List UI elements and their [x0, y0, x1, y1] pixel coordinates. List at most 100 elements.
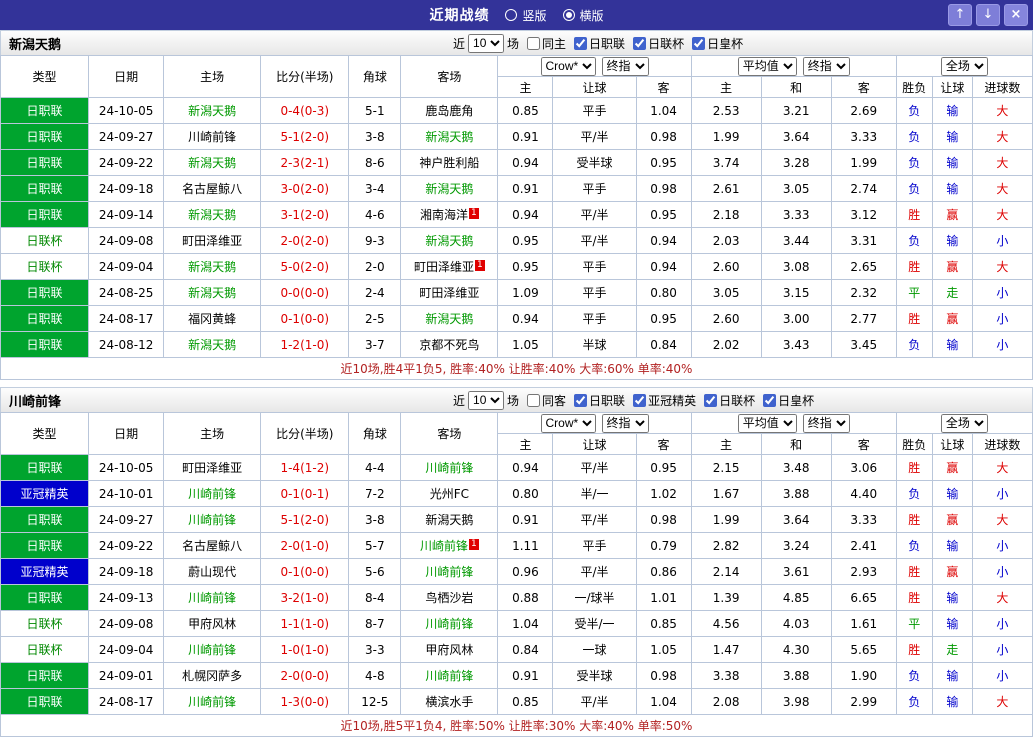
corner-score: 5-7 [348, 532, 402, 559]
odds-source-select[interactable]: Crow* [540, 56, 596, 76]
scope-select[interactable]: 全场 [940, 56, 988, 76]
avg-draw: 3.61 [760, 558, 832, 585]
match-count-select[interactable]: 10 [468, 33, 505, 53]
corner-score: 5-1 [348, 97, 402, 124]
competition-checkbox-日联杯[interactable]: 日联杯 [704, 392, 755, 409]
sub-column-header: 胜负 [895, 433, 933, 455]
result-goals: 小 [971, 305, 1033, 332]
avg-home: 3.38 [690, 662, 762, 689]
odds-home: 0.91 [497, 662, 554, 689]
same-side-checkbox[interactable]: 同客 [527, 392, 566, 409]
scope-select[interactable]: 全场 [940, 413, 988, 433]
view-option-horizontal[interactable]: 横版 [562, 7, 604, 24]
sub-column-header: 主 [497, 433, 554, 455]
avg-source-select[interactable]: 平均值 [737, 56, 797, 76]
sub-column-header: 让球 [552, 433, 637, 455]
competition-checkbox-日职联[interactable]: 日职联 [574, 35, 625, 52]
odds-handicap: 平手 [552, 305, 637, 332]
result-goals: 小 [971, 279, 1033, 306]
close-button[interactable]: × [1004, 4, 1028, 26]
view-option-vertical[interactable]: 竖版 [505, 7, 547, 24]
avg-away: 3.33 [830, 506, 897, 533]
avg-time-select[interactable]: 终指 [802, 56, 850, 76]
match-row: 亚冠精英 24-10-01 川崎前锋 0-1(0-1) 7-2 光州FC 0.80 半/一 1.… [0, 480, 1033, 507]
competition-checkbox-日联杯[interactable]: 日联杯 [633, 35, 684, 52]
competition-badge: 日职联 [0, 201, 90, 228]
same-side-checkbox-box[interactable] [527, 393, 541, 407]
odds-away: 0.79 [635, 532, 692, 559]
competition-checkbox-亚冠精英-box[interactable] [633, 393, 647, 407]
competition-checkbox-日联杯-box[interactable] [633, 36, 647, 50]
view-option-horizontal-label: 横版 [579, 8, 604, 23]
competition-checkbox-日联杯-label: 日联杯 [648, 36, 685, 51]
results-table: 类型 日期 主场 比分(半场) 角球 客场 Crow* 终指 平均值 终指 全场主让球客主和客胜负让… [0, 55, 1033, 380]
match-row: 日职联 24-08-25 新潟天鹅 0-0(0-0) 2-4 町田泽维亚 1.09 平手 0.8… [0, 279, 1033, 306]
same-side-checkbox-box[interactable] [527, 36, 541, 50]
matches-label: 场 [507, 393, 520, 408]
same-side-checkbox[interactable]: 同主 [527, 35, 566, 52]
odds-handicap: 平/半 [552, 123, 637, 150]
away-team: 神户胜利船 [400, 149, 499, 176]
sub-column-header: 让球 [552, 76, 637, 98]
odds-home: 0.94 [497, 454, 554, 481]
result-goals: 大 [971, 175, 1033, 202]
competition-badge: 日职联 [0, 123, 90, 150]
result-handicap: 输 [931, 480, 973, 507]
home-team: 甲府风林 [163, 610, 262, 637]
result-handicap: 输 [931, 688, 973, 715]
avg-home: 2.15 [690, 454, 762, 481]
competition-checkbox-日职联-box[interactable] [574, 393, 588, 407]
home-team: 川崎前锋 [163, 636, 262, 663]
odds-home: 1.05 [497, 331, 554, 358]
competition-checkbox-日职联-box[interactable] [574, 36, 588, 50]
move-down-button[interactable]: ↓ [976, 4, 1000, 26]
odds-time-select[interactable]: 终指 [601, 413, 649, 433]
home-team: 町田泽维亚 [163, 227, 262, 254]
odds-time-select[interactable]: 终指 [601, 56, 649, 76]
odds-source-select[interactable]: Crow* [540, 413, 596, 433]
match-count-select[interactable]: 10 [468, 390, 505, 410]
competition-badge: 日联杯 [0, 253, 90, 280]
competition-checkbox-日皇杯-box[interactable] [692, 36, 706, 50]
avg-source-select[interactable]: 平均值 [737, 413, 797, 433]
competition-checkbox-日职联[interactable]: 日职联 [574, 392, 625, 409]
avg-away: 2.74 [830, 175, 897, 202]
avg-away: 2.77 [830, 305, 897, 332]
odds-handicap: 平手 [552, 175, 637, 202]
result-goals: 大 [971, 123, 1033, 150]
match-score: 1-2(1-0) [260, 331, 350, 358]
competition-checkbox-日皇杯[interactable]: 日皇杯 [692, 35, 743, 52]
match-date: 24-10-05 [88, 454, 165, 481]
odds-home: 0.94 [497, 305, 554, 332]
avg-away: 2.65 [830, 253, 897, 280]
competition-badge: 日职联 [0, 331, 90, 358]
avg-away: 5.65 [830, 636, 897, 663]
result-handicap: 赢 [931, 454, 973, 481]
section-header: 新潟天鹅 近 10 场 同主 日职联 日联杯 日皇杯 [0, 30, 1033, 55]
corner-score: 3-8 [348, 506, 402, 533]
match-date: 24-08-17 [88, 688, 165, 715]
sub-column-header: 进球数 [971, 433, 1033, 455]
away-team: 新潟天鹅 [400, 506, 499, 533]
close-icon: × [1010, 7, 1022, 22]
column-header: 主场 [163, 55, 262, 98]
away-team: 新潟天鹅 [400, 305, 499, 332]
sub-column-header: 客 [635, 76, 692, 98]
competition-checkbox-日联杯-box[interactable] [704, 393, 718, 407]
away-team: 新潟天鹅 [400, 227, 499, 254]
match-row: 日职联 24-09-22 名古屋鲸八 2-0(1-0) 5-7 川崎前锋 1 1.11 平手 0.… [0, 532, 1033, 559]
odds-handicap: 平/半 [552, 227, 637, 254]
move-up-button[interactable]: ↑ [948, 4, 972, 26]
odds-away: 0.98 [635, 123, 692, 150]
competition-badge: 日联杯 [0, 227, 90, 254]
odds-handicap: 平/半 [552, 688, 637, 715]
match-date: 24-10-01 [88, 480, 165, 507]
competition-checkbox-日皇杯-box[interactable] [763, 393, 777, 407]
competition-checkbox-亚冠精英[interactable]: 亚冠精英 [633, 392, 696, 409]
avg-away: 1.99 [830, 149, 897, 176]
competition-checkbox-日皇杯[interactable]: 日皇杯 [763, 392, 814, 409]
match-score: 0-0(0-0) [260, 279, 350, 306]
sub-column-header: 客 [635, 433, 692, 455]
corner-score: 2-0 [348, 253, 402, 280]
avg-time-select[interactable]: 终指 [802, 413, 850, 433]
